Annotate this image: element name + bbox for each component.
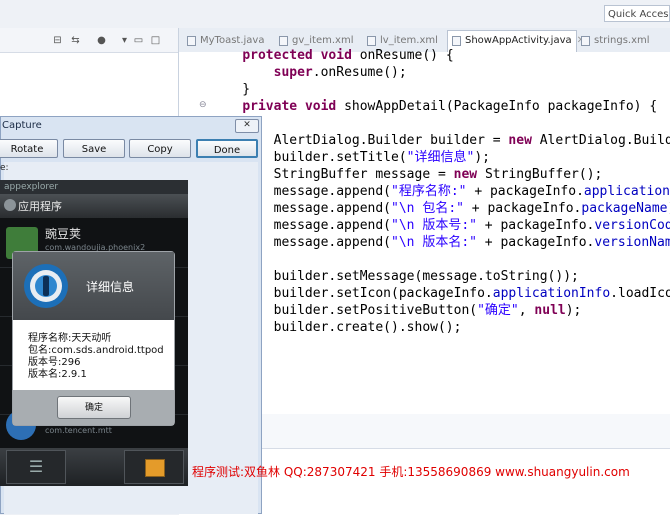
minimize-icon[interactable]: ▭ bbox=[133, 35, 144, 46]
tab-label: gv_item.xml bbox=[292, 35, 354, 46]
tab-label: MyToast.java bbox=[200, 35, 265, 46]
tab-strings[interactable]: strings.xml bbox=[577, 31, 667, 51]
collapse-all-icon[interactable]: ⊟ bbox=[52, 35, 63, 46]
xml-file-icon bbox=[279, 36, 288, 46]
quick-access-field[interactable]: Quick Access bbox=[604, 5, 670, 22]
copy-button[interactable]: Copy bbox=[129, 139, 191, 158]
code-line: message.append("\n 版本号:" + packageInfo.v… bbox=[211, 218, 670, 233]
maximize-icon[interactable]: □ bbox=[150, 35, 161, 46]
code-line: super.onResume(); bbox=[273, 65, 407, 80]
code-line: StringBuffer message = new StringBuffer(… bbox=[211, 167, 603, 182]
xml-file-icon bbox=[581, 36, 590, 46]
dialog-line: 程序名称:天天动听 bbox=[28, 333, 112, 344]
capture-window-title: Capture bbox=[2, 120, 42, 131]
rotate-button[interactable]: Rotate bbox=[0, 139, 58, 158]
left-view-toolbar: ⊟ ⇆ ● ▾ ▭ □ bbox=[0, 28, 178, 53]
app-package: com.tencent.mtt bbox=[45, 426, 112, 435]
java-file-icon bbox=[452, 36, 461, 46]
close-icon[interactable]: ✕ bbox=[235, 119, 259, 133]
tab-label: strings.xml bbox=[594, 35, 650, 46]
grid-button[interactable] bbox=[124, 450, 184, 484]
java-file-icon bbox=[187, 36, 196, 46]
watermark-text: 程序测试:双鱼林 QQ:287307421 手机:13558690869 www… bbox=[192, 465, 630, 479]
code-line: protected void onResume() { bbox=[242, 48, 454, 63]
list-icon[interactable]: ☰ bbox=[6, 450, 66, 484]
app-name: 豌豆荚 bbox=[45, 227, 82, 241]
xml-file-icon bbox=[367, 36, 376, 46]
save-button[interactable]: Save bbox=[63, 139, 125, 158]
code-line: message.append("\n 版本名:" + packageInfo.v… bbox=[211, 235, 670, 250]
dialog-line: 版本号:296 bbox=[28, 357, 81, 368]
tab-label: ShowAppActivity.java bbox=[465, 35, 572, 46]
view-menu-icon[interactable]: ▾ bbox=[119, 35, 130, 46]
code-line: builder.setIcon(packageInfo.applicationI… bbox=[211, 286, 670, 301]
link-editor-icon[interactable]: ⇆ bbox=[70, 35, 81, 46]
tab-label: lv_item.xml bbox=[380, 35, 438, 46]
folder-icon bbox=[145, 459, 165, 477]
settings-icon bbox=[4, 199, 16, 211]
code-line: message.append("\n 包名:" + packageInfo.pa… bbox=[211, 201, 670, 216]
app-icon bbox=[22, 262, 70, 310]
tab-showappactivity[interactable]: ShowAppActivity.java✕ bbox=[447, 30, 585, 52]
ok-button[interactable]: 确定 bbox=[57, 396, 131, 419]
action-bar-title: 应用程序 bbox=[18, 200, 62, 213]
code-line: private void showAppDetail(PackageInfo p… bbox=[242, 99, 658, 114]
capture-label: e: bbox=[0, 163, 9, 173]
fold-marker-icon[interactable]: ⊖ bbox=[199, 100, 207, 110]
console-header bbox=[258, 414, 670, 449]
code-line: AlertDialog.Builder builder = new AlertD… bbox=[211, 133, 670, 148]
code-line: builder.setPositiveButton("确定", null); bbox=[211, 303, 582, 318]
code-line: builder.setMessage(message.toString()); bbox=[211, 269, 579, 284]
dialog-line: 版本名:2.9.1 bbox=[28, 369, 87, 380]
dialog-title: 详细信息 bbox=[86, 280, 135, 294]
app-header: appexplorer bbox=[0, 180, 188, 194]
dialog-line: 包名:com.sds.android.ttpod bbox=[28, 345, 164, 356]
code-line: } bbox=[211, 82, 251, 97]
focus-icon[interactable]: ● bbox=[96, 35, 107, 46]
done-button[interactable]: Done bbox=[196, 139, 258, 158]
code-line: message.append("程序名称:" + packageInfo.app… bbox=[211, 184, 670, 199]
